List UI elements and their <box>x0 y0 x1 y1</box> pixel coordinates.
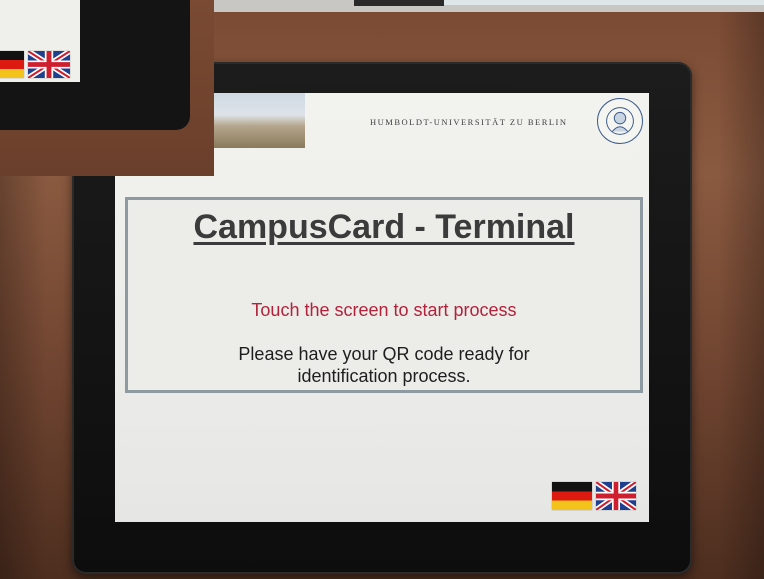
main-message-box: CampusCard - Terminal Touch the screen t… <box>125 197 643 393</box>
top-edge-strip <box>214 0 764 12</box>
page-title: CampusCard - Terminal <box>193 208 575 246</box>
touch-prompt: Touch the screen to start process <box>251 300 517 320</box>
top-edge-dark <box>354 0 444 6</box>
german-flag-icon[interactable] <box>552 482 592 510</box>
uk-flag-icon <box>28 51 70 78</box>
zoomed-corner-inset <box>0 0 214 176</box>
top-edge-light <box>444 0 764 5</box>
qr-instruction: Please have your QR code ready for ident… <box>238 344 530 386</box>
german-flag-icon <box>0 51 24 78</box>
university-name: HUMBOLDT-UNIVERSITÄT ZU BERLIN <box>370 117 568 127</box>
university-seal-icon <box>597 98 643 144</box>
uk-flag-icon[interactable] <box>596 482 636 510</box>
